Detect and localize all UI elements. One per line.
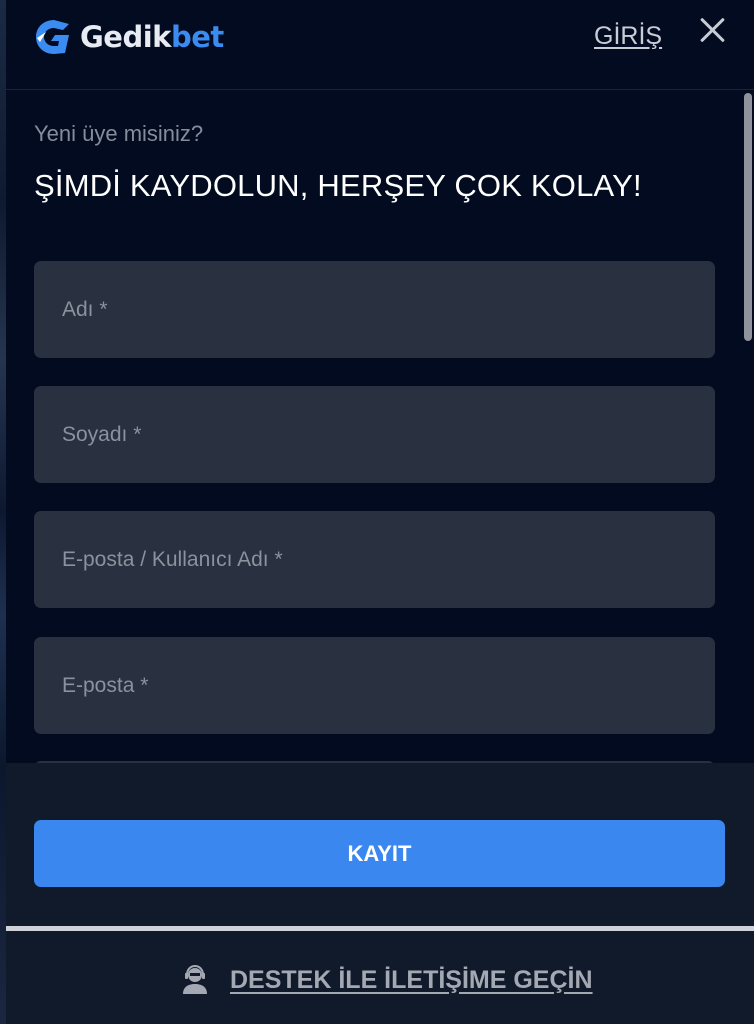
close-icon[interactable] (696, 14, 728, 46)
first-name-input[interactable] (34, 261, 715, 358)
footer-panel: KAYIT (6, 763, 754, 926)
support-bar: DESTEK İLE İLETİŞİME GEÇİN (6, 931, 754, 1024)
scrollbar-thumb[interactable] (744, 93, 752, 341)
register-button[interactable]: KAYIT (34, 820, 725, 887)
support-agent-icon (183, 965, 207, 994)
form-subtitle: Yeni üye misiniz? (34, 121, 204, 146)
registration-page: Gedikbet GİRİŞ Yeni üye misiniz? ŞİMDİ K… (0, 0, 754, 1024)
logo-text-part2: bet (170, 20, 224, 54)
login-link[interactable]: GİRİŞ (594, 22, 662, 51)
email-username-input[interactable] (34, 511, 715, 608)
logo[interactable]: Gedikbet (34, 18, 224, 56)
logo-text-part1: Gedik (80, 20, 171, 54)
last-name-input[interactable] (34, 386, 715, 483)
header: Gedikbet GİRİŞ (6, 0, 754, 90)
form-headline: ŞİMDİ KAYDOLUN, HERŞEY ÇOK KOLAY! (34, 168, 642, 203)
gedikbet-logo-icon (36, 20, 69, 54)
support-link-label: DESTEK İLE İLETİŞİME GEÇİN (230, 965, 593, 994)
logo-text: Gedikbet (80, 18, 224, 56)
support-link[interactable]: DESTEK İLE İLETİŞİME GEÇİN (182, 965, 593, 995)
registration-form: Yeni üye misiniz? ŞİMDİ KAYDOLUN, HERŞEY… (6, 91, 754, 763)
email-input[interactable] (34, 637, 715, 734)
